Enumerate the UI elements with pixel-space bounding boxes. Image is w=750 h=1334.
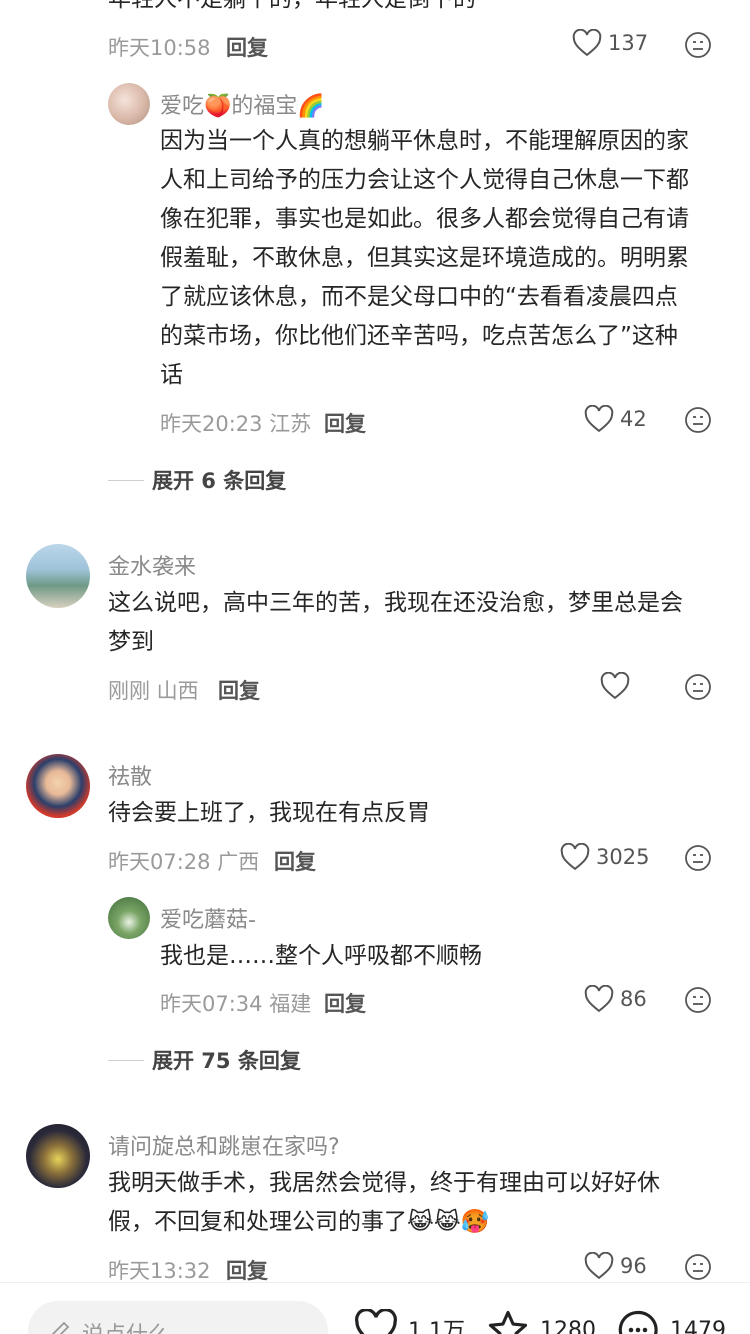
text-line: 话 <box>160 362 183 388</box>
text-line: 假羞耻，不敢休息，但其实这是环境造成的。明明累 <box>160 245 689 271</box>
text-line: 这么说吧，高中三年的苦，我现在还没治愈，梦里总是会 <box>108 590 683 616</box>
like-count: 86 <box>620 987 647 1011</box>
comment-button[interactable]: 1479 <box>616 1309 726 1334</box>
comment-meta: 昨天07:34 福建 <box>160 992 312 1016</box>
like-button[interactable]: 3025 <box>560 843 649 871</box>
pencil-icon <box>52 1321 70 1334</box>
username[interactable]: 请问旋总和跳崽在家吗? <box>108 1129 340 1161</box>
comment-text: 我明天做手术，我居然会觉得，终于有理由可以好好休 假，不回复和处理公司的事了😹😹… <box>108 1164 728 1242</box>
like-count: 42 <box>620 407 647 431</box>
avatar[interactable] <box>108 83 150 125</box>
reply-text: 我也是……整个人呼吸都不顺畅 <box>160 943 482 969</box>
comment-text: 待会要上班了，我现在有点反胃 <box>108 800 430 826</box>
reply-button[interactable]: 回复 <box>226 1255 268 1285</box>
like-count: 137 <box>608 31 649 55</box>
text-line: 的菜市场，你比他们还辛苦吗，吃点苦怎么了”这种 <box>160 323 678 349</box>
like-count: 96 <box>620 1254 647 1278</box>
text-line: 因为当一个人真的想躺平休息时，不能理解原因的家 <box>160 128 689 154</box>
comment-text-partial: 年轻人不是躺平的，年轻人是倒下的 <box>108 0 476 19</box>
comment-meta: 昨天07:28 广西 <box>108 850 260 874</box>
text-line: 假，不回复和处理公司的事了😹😹🥵 <box>108 1209 490 1235</box>
star-icon <box>488 1310 528 1334</box>
dislike-face-icon[interactable] <box>684 406 712 434</box>
comment-input[interactable]: 说点什么... <box>28 1301 328 1334</box>
heart-icon <box>572 29 602 57</box>
divider-line <box>108 1059 144 1061</box>
text-line: 了就应该休息，而不是父母口中的“去看看凌晨四点 <box>160 284 678 310</box>
like-button[interactable]: 96 <box>584 1252 647 1280</box>
reply-button[interactable]: 回复 <box>324 408 366 438</box>
dislike-face-icon[interactable] <box>684 1253 712 1281</box>
heart-icon <box>584 405 614 433</box>
username[interactable]: 祛散 <box>108 759 152 791</box>
like-button[interactable]: 86 <box>584 985 647 1013</box>
text-line: 梦到 <box>108 629 154 655</box>
like-button[interactable] <box>600 672 636 700</box>
reply-text: 因为当一个人真的想躺平休息时，不能理解原因的家 人和上司给予的压力会让这个人觉得… <box>160 122 725 395</box>
username[interactable]: 爱吃🍑的福宝🌈 <box>160 88 325 120</box>
avatar[interactable] <box>108 897 150 939</box>
reply-button[interactable]: 回复 <box>274 846 316 876</box>
favorite-button[interactable]: 1280 <box>486 1309 596 1334</box>
expand-replies-button[interactable]: 展开 6 条回复 <box>108 465 286 495</box>
like-button[interactable]: 42 <box>584 405 647 433</box>
comment-placeholder: 说点什么... <box>82 1317 191 1334</box>
comment-bubble-icon <box>618 1310 658 1334</box>
heart-icon <box>355 1309 397 1334</box>
heart-icon <box>600 672 630 700</box>
dislike-face-icon[interactable] <box>684 31 712 59</box>
expand-label: 展开 75 条回复 <box>152 1049 301 1073</box>
heart-icon <box>584 985 614 1013</box>
username[interactable]: 金水袭来 <box>108 549 196 581</box>
like-post-button[interactable]: 1.1万 <box>354 1309 465 1334</box>
username[interactable]: 爱吃蘑菇- <box>160 902 256 934</box>
expand-label: 展开 6 条回复 <box>152 469 287 493</box>
dislike-face-icon[interactable] <box>684 844 712 872</box>
reply-button[interactable]: 回复 <box>324 988 366 1018</box>
divider-line <box>108 479 144 481</box>
text-line: 像在犯罪，事实也是如此。很多人都会觉得自己有请 <box>160 206 689 232</box>
comment-time: 昨天13:32 <box>108 1259 211 1283</box>
comment-time: 昨天10:58 <box>108 36 211 60</box>
heart-icon <box>560 843 590 871</box>
avatar[interactable] <box>26 1124 90 1188</box>
expand-replies-button[interactable]: 展开 75 条回复 <box>108 1045 301 1075</box>
dislike-face-icon[interactable] <box>684 986 712 1014</box>
avatar[interactable] <box>26 544 90 608</box>
comment-count: 1479 <box>670 1317 726 1334</box>
comment-meta: 昨天20:23 江苏 <box>160 412 312 436</box>
like-button[interactable]: 137 <box>572 29 648 57</box>
comment-meta: 刚刚 山西 <box>108 679 199 703</box>
like-post-count: 1.1万 <box>408 1319 465 1334</box>
text-line: 我明天做手术，我居然会觉得，终于有理由可以好好休 <box>108 1170 660 1196</box>
bottom-action-bar: 说点什么... 1.1万 1280 1479 <box>0 1282 750 1334</box>
reply-button[interactable]: 回复 <box>226 32 268 62</box>
dislike-face-icon[interactable] <box>684 673 712 701</box>
like-count: 3025 <box>596 845 650 869</box>
reply-button[interactable]: 回复 <box>218 675 260 705</box>
heart-icon <box>584 1252 614 1280</box>
favorite-count: 1280 <box>540 1317 596 1334</box>
text-line: 人和上司给予的压力会让这个人觉得自己休息一下都 <box>160 167 689 193</box>
avatar[interactable] <box>26 754 90 818</box>
comment-text: 这么说吧，高中三年的苦，我现在还没治愈，梦里总是会 梦到 <box>108 584 728 662</box>
